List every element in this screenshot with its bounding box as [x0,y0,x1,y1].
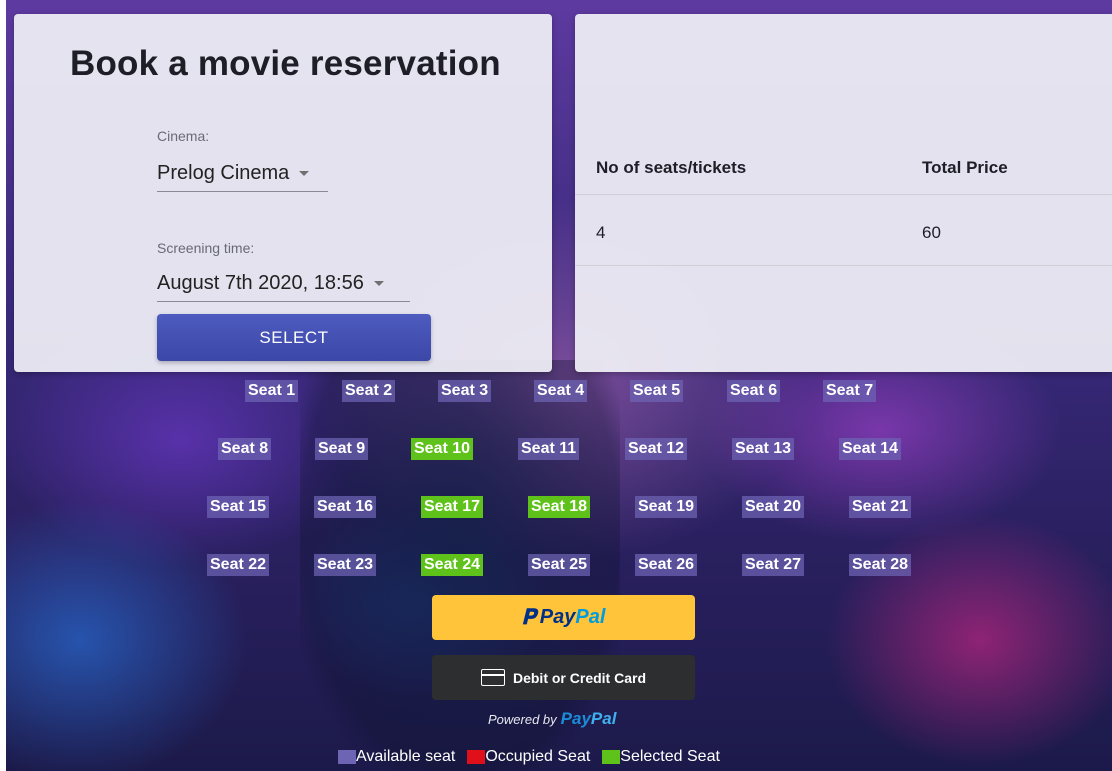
seat-10[interactable]: Seat 10 [411,438,474,460]
seat-21[interactable]: Seat 21 [849,496,912,518]
seat-26[interactable]: Seat 26 [635,554,698,576]
seat-4[interactable]: Seat 4 [534,380,588,402]
seat-24[interactable]: Seat 24 [421,554,484,576]
cinema-select[interactable]: Prelog Cinema [157,155,328,192]
seat-22[interactable]: Seat 22 [207,554,270,576]
cinema-label: Cinema: [157,128,210,144]
seat-20[interactable]: Seat 20 [742,496,805,518]
seat-11[interactable]: Seat 11 [518,438,580,460]
legend-occupied: Occupied Seat [467,748,590,766]
seat-27[interactable]: Seat 27 [742,554,805,576]
seat-28[interactable]: Seat 28 [849,554,912,576]
occupied-swatch [467,750,486,764]
total-price-header: Total Price [922,158,1008,177]
paypal-wordmark-pay: Pay [539,606,576,628]
seat-13[interactable]: Seat 13 [732,438,795,460]
seat-14[interactable]: Seat 14 [839,438,902,460]
seat-15[interactable]: Seat 15 [207,496,270,518]
seat-18[interactable]: Seat 18 [528,496,591,518]
seats-count-header: No of seats/tickets [596,158,747,177]
legend-available-label: Available seat [356,748,456,765]
seat-8[interactable]: Seat 8 [218,438,272,460]
available-swatch [338,750,356,764]
paypal-wordmark-pal: Pal [575,606,606,628]
cinema-value: Prelog Cinema [157,161,290,184]
legend-available: Available seat [338,748,455,766]
selected-swatch [602,750,621,764]
seat-5[interactable]: Seat 5 [630,380,684,402]
page-title: Book a movie reservation [70,44,501,83]
screening-time-label: Screening time: [157,240,255,256]
seat-19[interactable]: Seat 19 [635,496,698,518]
chevron-down-icon [299,170,310,176]
legend-occupied-label: Occupied Seat [485,748,591,765]
debit-credit-card-button[interactable]: Debit or Credit Card [432,655,695,700]
paypal-icon: 𝐏 [521,605,536,629]
seat-3[interactable]: Seat 3 [438,380,492,402]
paypal-logo: PayPal [560,709,617,728]
seat-9[interactable]: Seat 9 [315,438,369,460]
seat-17[interactable]: Seat 17 [421,496,484,518]
chevron-down-icon [373,280,384,286]
seat-legend: Available seat Occupied Seat Selected Se… [338,748,732,766]
credit-card-icon [480,669,505,686]
card-button-label: Debit or Credit Card [512,669,646,686]
seats-count-value: 4 [596,223,606,242]
powered-by-paypal: Powered by PayPal [488,709,616,729]
seat-2[interactable]: Seat 2 [342,380,396,402]
seat-7[interactable]: Seat 7 [823,380,877,402]
seat-25[interactable]: Seat 25 [528,554,591,576]
screening-time-value: August 7th 2020, 18:56 [157,271,364,294]
legend-selected-label: Selected Seat [620,748,720,765]
seat-12[interactable]: Seat 12 [625,438,688,460]
paypal-button[interactable]: 𝐏 Pay Pal [432,595,695,640]
summary-card: No of seats/tickets Total Price 4 60 [575,14,1112,372]
reservation-card: Book a movie reservation Cinema: Prelog … [14,14,552,372]
total-price-value: 60 [922,223,941,242]
table-row: 4 60 [575,194,1112,266]
select-button[interactable]: SELECT [157,314,431,361]
seat-6[interactable]: Seat 6 [727,380,781,402]
seat-16[interactable]: Seat 16 [314,496,377,518]
seat-23[interactable]: Seat 23 [314,554,377,576]
seat-1[interactable]: Seat 1 [245,380,299,402]
table-header-row: No of seats/tickets Total Price [575,132,1112,195]
powered-by-text: Powered by [488,712,557,727]
left-border [0,0,6,771]
legend-selected: Selected Seat [602,748,720,766]
screening-time-select[interactable]: August 7th 2020, 18:56 [157,265,410,302]
